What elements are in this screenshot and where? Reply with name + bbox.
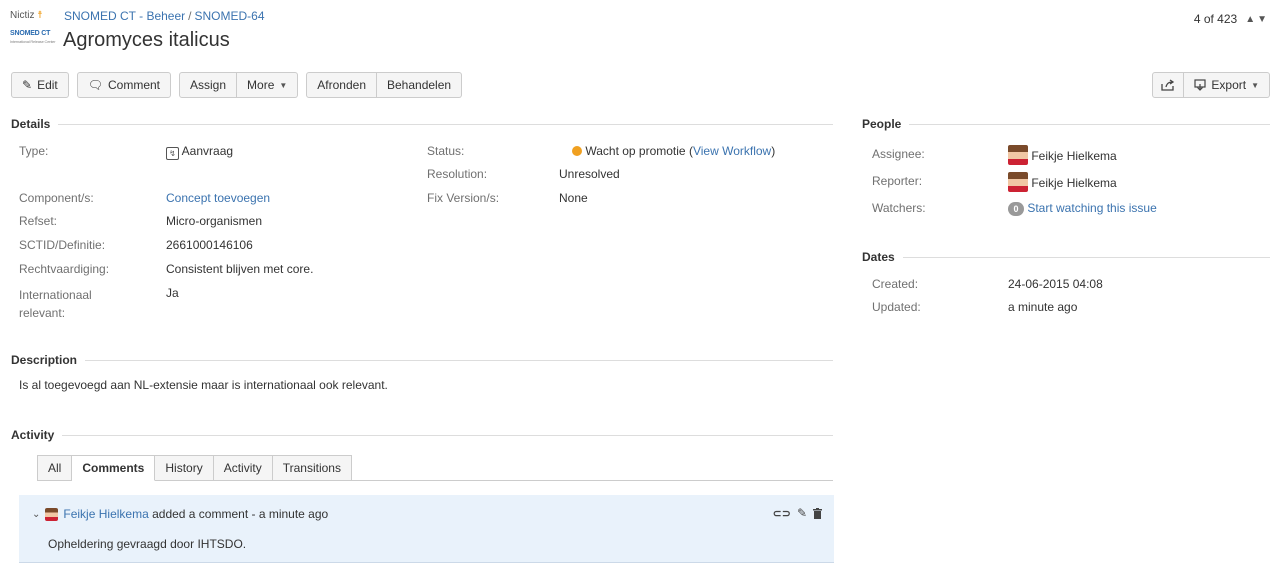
workflow-group: Afronden Behandelen xyxy=(306,72,463,98)
fix-version-label: Fix Version/s: xyxy=(427,191,500,205)
reporter-value[interactable]: Feikje Hielkema xyxy=(1008,172,1117,192)
sctid-label: SCTID/Definitie: xyxy=(19,238,106,252)
people-header: People xyxy=(862,117,1270,131)
watchers-count-badge[interactable]: 0 xyxy=(1008,202,1024,216)
nictiz-figure-icon: ☨ xyxy=(37,10,43,21)
previous-issue-arrow-icon[interactable]: ▲ xyxy=(1245,14,1255,25)
comment-meta: added a comment - a minute ago xyxy=(152,507,329,521)
comment-header: ⌄ Feikje Hielkema added a comment - a mi… xyxy=(32,507,328,521)
fix-version-value: None xyxy=(559,191,588,205)
logo: Nictiz ☨ SNOMED CT International Release … xyxy=(10,10,58,46)
next-issue-arrow-icon[interactable]: ▼ xyxy=(1257,14,1267,25)
avatar xyxy=(45,507,59,521)
comment-bubble-icon: 🗨 xyxy=(87,78,103,92)
nictiz-logo-text: Nictiz xyxy=(10,10,35,21)
resolution-value: Unresolved xyxy=(559,167,620,181)
issue-pager: 4 of 423 ▲ ▼ xyxy=(1194,12,1267,26)
people-heading[interactable]: People xyxy=(862,117,909,131)
type-value: ↯ Aanvraag xyxy=(166,144,233,160)
assign-button[interactable]: Assign xyxy=(179,72,238,98)
avatar xyxy=(1008,172,1028,192)
created-label: Created: xyxy=(872,277,919,291)
comment-actions: ⊂⊃ ✎ xyxy=(773,506,822,520)
trash-icon[interactable] xyxy=(813,507,822,519)
request-type-icon: ↯ xyxy=(166,147,179,160)
internationaal-value: Ja xyxy=(166,286,179,300)
snomed-logo: SNOMED CT International Release Center xyxy=(10,30,56,44)
pencil-icon: ✎ xyxy=(22,78,33,92)
export-button[interactable]: Export ▼ xyxy=(1184,72,1270,98)
watchers-value: 0 Start watching this issue xyxy=(1008,201,1157,216)
more-button[interactable]: More ▼ xyxy=(237,72,299,98)
details-header: Details xyxy=(11,117,833,131)
component-link[interactable]: Concept toevoegen xyxy=(166,191,270,205)
pencil-icon[interactable]: ✎ xyxy=(797,506,807,520)
export-icon xyxy=(1194,79,1206,91)
refset-label: Refset: xyxy=(19,214,58,228)
view-workflow-link[interactable]: View Workflow xyxy=(693,144,771,158)
caret-down-icon: ▼ xyxy=(1251,80,1259,90)
tab-comments[interactable]: Comments xyxy=(72,455,156,481)
comment-button[interactable]: 🗨 Comment xyxy=(76,72,171,98)
type-label: Type: xyxy=(19,144,49,158)
resolution-label: Resolution: xyxy=(427,167,488,181)
tab-transitions[interactable]: Transitions xyxy=(272,455,352,481)
comment-author-link[interactable]: Feikje Hielkema xyxy=(63,507,148,521)
share-icon xyxy=(1161,79,1175,91)
comment-body: Opheldering gevraagd door IHTSDO. xyxy=(48,537,247,551)
comment-item: ⌄ Feikje Hielkema added a comment - a mi… xyxy=(19,495,834,563)
tab-all[interactable]: All xyxy=(37,455,73,481)
rechtvaardiging-label: Rechtvaardiging: xyxy=(19,262,110,276)
status-label: Status: xyxy=(427,144,465,158)
tab-history[interactable]: History xyxy=(155,455,214,481)
permalink-icon[interactable]: ⊂⊃ xyxy=(773,507,791,520)
pager-count: 4 of 423 xyxy=(1193,12,1238,26)
edit-button[interactable]: ✎ Edit xyxy=(11,72,69,98)
refset-value: Micro-organismen xyxy=(166,214,263,228)
description-heading[interactable]: Description xyxy=(11,353,85,367)
afronden-button[interactable]: Afronden xyxy=(306,72,377,98)
share-export-group: Export ▼ xyxy=(1152,72,1270,98)
share-button[interactable] xyxy=(1152,72,1185,98)
breadcrumb: SNOMED CT - Beheer / SNOMED-64 xyxy=(64,9,265,23)
collapse-chevron-icon[interactable]: ⌄ xyxy=(32,509,40,520)
issue-title[interactable]: Agromyces italicus xyxy=(63,29,230,52)
assign-more-group: Assign More ▼ xyxy=(179,72,299,98)
status-value: Wacht op promotie (View Workflow) xyxy=(572,144,775,158)
description-text: Is al toegevoegd aan NL-extensie maar is… xyxy=(19,378,388,392)
breadcrumb-project-link[interactable]: SNOMED CT - Beheer xyxy=(64,9,185,23)
assignee-value[interactable]: Feikje Hielkema xyxy=(1008,145,1117,165)
details-heading[interactable]: Details xyxy=(11,117,58,131)
breadcrumb-issue-link[interactable]: SNOMED-64 xyxy=(195,9,265,23)
toolbar-right: Export ▼ xyxy=(1152,72,1270,98)
rechtvaardiging-value: Consistent blijven met core. xyxy=(166,262,314,276)
start-watching-link[interactable]: Start watching this issue xyxy=(1027,201,1156,215)
breadcrumb-separator: / xyxy=(188,9,192,23)
caret-down-icon: ▼ xyxy=(279,80,288,90)
status-person-icon xyxy=(572,146,582,156)
sctid-value: 2661000146106 xyxy=(166,238,253,252)
activity-header: Activity xyxy=(11,428,833,442)
created-value: 24-06-2015 04:08 xyxy=(1008,277,1103,291)
assignee-label: Assignee: xyxy=(872,147,925,161)
updated-value: a minute ago xyxy=(1008,300,1078,314)
activity-heading[interactable]: Activity xyxy=(11,428,62,442)
activity-tabs: All Comments History Activity Transition… xyxy=(37,455,352,481)
avatar xyxy=(1008,145,1028,165)
behandelen-button[interactable]: Behandelen xyxy=(377,72,463,98)
dates-heading[interactable]: Dates xyxy=(862,250,903,264)
description-header: Description xyxy=(11,353,833,367)
reporter-label: Reporter: xyxy=(872,174,923,188)
dates-header: Dates xyxy=(862,250,1270,264)
component-label: Component/s: xyxy=(19,191,94,205)
internationaal-label: Internationaal relevant: xyxy=(19,288,92,320)
tab-activity[interactable]: Activity xyxy=(213,455,273,481)
updated-label: Updated: xyxy=(872,300,921,314)
watchers-label: Watchers: xyxy=(872,201,926,215)
issue-toolbar: ✎ Edit 🗨 Comment Assign More ▼ Afronden Beh… xyxy=(11,72,463,98)
